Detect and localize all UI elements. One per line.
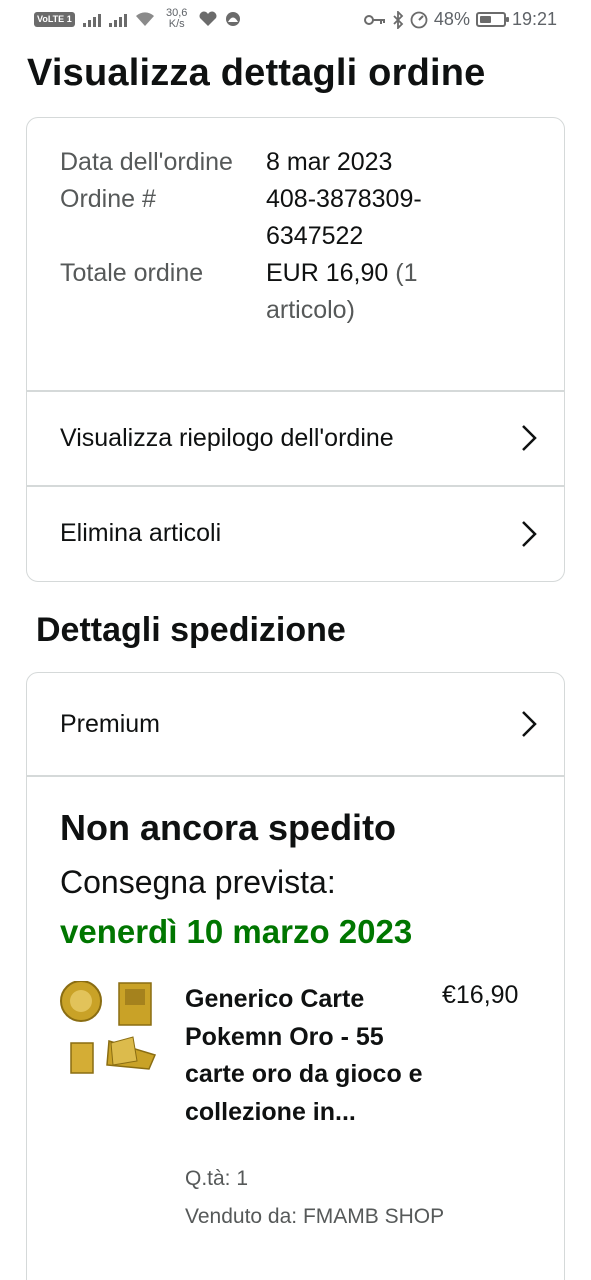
order-total-row: Totale ordine EUR 16,90 (1 articolo): [60, 255, 540, 329]
order-info: Data dell'ordine 8 mar 2023 Ordine # 408…: [60, 144, 540, 329]
battery-percent: 48%: [433, 9, 470, 29]
product-seller: Venduto da: FMAMB SHOP: [185, 1205, 445, 1228]
order-total-value: EUR 16,90: [266, 259, 389, 287]
order-total-value-wrap: EUR 16,90 (1 articolo): [266, 255, 466, 329]
divider: [27, 775, 564, 777]
chevron-right-icon: [522, 520, 537, 547]
shipment-status: Non ancora spedito: [60, 807, 397, 848]
shipping-service-link[interactable]: Premium: [27, 673, 564, 775]
chevron-right-icon: [522, 425, 537, 451]
status-bar: VoLTE 1 30,6 K/s 48% 19:21: [0, 0, 591, 42]
status-left: VoLTE 1 30,6 K/s: [34, 8, 241, 30]
product-title-link[interactable]: Generico Carte Pokemn Oro - 55 carte oro…: [185, 981, 430, 1131]
order-date-row: Data dell'ordine 8 mar 2023: [60, 144, 540, 181]
delete-items-label: Elimina articoli: [60, 519, 222, 547]
product-price: €16,90: [442, 981, 519, 1009]
net-speed: 30,6 K/s: [165, 7, 188, 30]
order-date-value: 8 mar 2023: [266, 148, 393, 176]
shipping-service-label: Premium: [60, 709, 161, 738]
signal-2-icon: [108, 11, 127, 27]
battery-icon: [475, 12, 509, 27]
heartbeat-icon: [199, 11, 217, 26]
shipping-card: Premium Non ancora spedito Consegna prev…: [26, 672, 565, 1280]
view-order-summary-label: Visualizza riepilogo dell'ordine: [60, 423, 394, 452]
speed-icon: [410, 11, 428, 28]
signal-1-icon: [82, 11, 101, 27]
product-quantity: Q.tà: 1: [185, 1167, 249, 1190]
delivery-estimate-date: venerdì 10 marzo 2023: [60, 913, 413, 950]
app-notification-icon: [225, 12, 240, 26]
order-date-label: Data dell'ordine: [60, 148, 233, 176]
order-number-value: 408-3878309-6347522: [266, 185, 422, 250]
page-title: Visualizza dettagli ordine: [27, 52, 486, 94]
bluetooth-icon: [393, 10, 404, 29]
shipping-section-title: Dettagli spedizione: [36, 611, 346, 649]
clock: 19:21: [511, 9, 557, 29]
order-number-label: Ordine #: [60, 185, 156, 213]
delete-items-link[interactable]: Elimina articoli: [27, 486, 564, 581]
chevron-right-icon: [522, 711, 537, 737]
volte-badge: VoLTE 1: [34, 11, 75, 27]
delivery-estimate-label: Consegna prevista:: [60, 864, 336, 900]
view-order-summary-link[interactable]: Visualizza riepilogo dell'ordine: [27, 391, 564, 485]
order-number-row: Ordine # 408-3878309-6347522: [60, 181, 540, 255]
wifi-icon: [135, 12, 154, 26]
product-image[interactable]: [59, 981, 161, 1079]
key-icon: [363, 14, 385, 25]
order-total-label: Totale ordine: [60, 259, 204, 287]
status-right: 48% 19:21: [363, 9, 557, 30]
order-summary-card: Data dell'ordine 8 mar 2023 Ordine # 408…: [26, 117, 565, 582]
